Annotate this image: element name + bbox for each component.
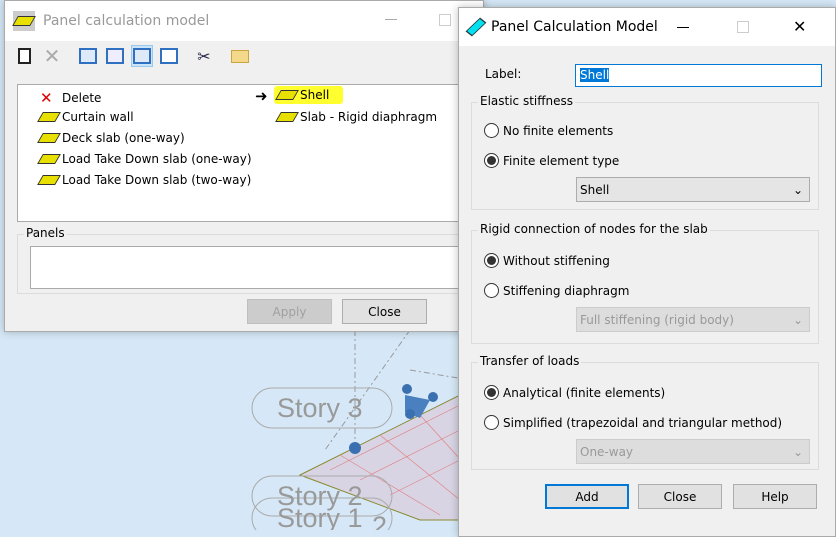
radio-label: Stiffening diaphragm (503, 283, 630, 298)
maximize-button[interactable] (439, 14, 451, 26)
slab-icon (37, 175, 61, 185)
apply-button[interactable]: Apply (247, 299, 332, 324)
add-button[interactable]: Add (545, 484, 629, 509)
view-list-icon[interactable] (131, 45, 153, 67)
item-label: Shell (300, 88, 330, 102)
finite-element-type-select[interactable]: Shell ⌄ (576, 177, 810, 202)
close-window-button[interactable]: ✕ (793, 17, 806, 36)
close-button[interactable]: Close (638, 484, 722, 509)
view-large-icons-icon[interactable] (77, 45, 99, 67)
story-label: Story 3 (277, 393, 363, 423)
without-stiffening-radio[interactable]: Without stiffening (484, 253, 610, 268)
chevron-down-icon: ⌄ (792, 182, 803, 197)
label-input-value: Shell (580, 68, 610, 82)
radio-label: Finite element type (503, 153, 620, 168)
view-details-icon[interactable] (158, 45, 180, 67)
cut-icon[interactable]: ✂ (193, 45, 215, 67)
stiffening-select[interactable]: Full stiffening (rigid body) ⌄ (576, 307, 810, 332)
finite-element-type-radio[interactable]: Finite element type (484, 153, 619, 168)
minimize-button[interactable] (385, 19, 397, 20)
slab-icon (275, 90, 299, 100)
label-caption: Label: (485, 67, 522, 81)
item-label: Load Take Down slab (two-way) (62, 173, 252, 187)
group-title: Rigid connection of nodes for the slab (478, 222, 710, 236)
list-item-shell[interactable]: Shell (274, 86, 344, 104)
panels-label: Panels (24, 226, 67, 240)
story-label: 2 (372, 511, 387, 530)
chevron-down-icon: ⌄ (792, 444, 803, 459)
chevron-down-icon: ⌄ (792, 312, 803, 327)
load-direction-select[interactable]: One-way ⌄ (576, 439, 810, 464)
list-item-deck-slab[interactable]: Deck slab (one-way) (37, 131, 185, 145)
select-value: One-way (580, 444, 634, 459)
item-label: Load Take Down slab (one-way) (62, 152, 252, 166)
panel-calculation-model-dialog: Panel Calculation Model ✕ Label: Shell E… (458, 7, 836, 537)
radio-label: No finite elements (503, 123, 614, 138)
simplified-radio[interactable]: Simplified (trapezoidal and triangular m… (484, 415, 782, 430)
elastic-stiffness-group: Elastic stiffness No finite elements Fin… (471, 94, 819, 210)
new-icon[interactable] (13, 45, 35, 67)
delete-icon[interactable]: ✕ (41, 44, 63, 68)
panel-model-icon (465, 17, 487, 37)
list-item-ltd-two-way[interactable]: Load Take Down slab (two-way) (37, 173, 252, 187)
radio-label: Without stiffening (503, 253, 610, 268)
item-label: Curtain wall (62, 110, 134, 124)
maximize-button[interactable] (737, 21, 749, 33)
list-item-ltd-one-way[interactable]: Load Take Down slab (one-way) (37, 152, 252, 166)
item-label: Delete (62, 91, 102, 105)
select-value: Shell (580, 182, 610, 197)
list-item-curtain-wall[interactable]: Curtain wall (37, 110, 134, 124)
panel-calculation-model-list-dialog: Panel calculation model ✕ ✂ ✕ Delete Curt… (4, 0, 487, 332)
group-title: Transfer of loads (478, 354, 582, 368)
story-label: Story 1 (277, 503, 363, 530)
open-folder-icon[interactable] (229, 45, 251, 67)
radio-label: Simplified (trapezoidal and triangular m… (503, 415, 783, 430)
select-value: Full stiffening (rigid body) (580, 312, 734, 327)
red-x-icon: ✕ (40, 89, 53, 107)
list-item-slab-rigid-diaphragm[interactable]: Slab - Rigid diaphragm (275, 110, 438, 124)
slab-icon (37, 112, 61, 122)
slab-icon (37, 154, 61, 164)
radio-label: Analytical (finite elements) (503, 385, 666, 400)
stiffening-diaphragm-radio[interactable]: Stiffening diaphragm (484, 283, 629, 298)
minimize-button[interactable] (677, 27, 689, 28)
transfer-of-loads-group: Transfer of loads Analytical (finite ele… (471, 354, 819, 470)
panels-field[interactable] (30, 246, 480, 289)
calculation-model-list[interactable]: ✕ Delete Curtain wall Deck slab (one-way)… (17, 84, 487, 222)
panels-group: Panels (17, 226, 487, 294)
group-title: Elastic stiffness (478, 94, 576, 108)
item-label: Slab - Rigid diaphragm (300, 110, 438, 124)
help-button[interactable]: Help (733, 484, 817, 509)
slab-icon (37, 133, 61, 143)
title-bar: Panel Calculation Model ✕ (459, 8, 835, 46)
current-arrow-icon: ➜ (255, 87, 268, 105)
item-label: Deck slab (one-way) (62, 131, 185, 145)
slab-icon (275, 112, 299, 122)
slab-icon (12, 11, 36, 31)
close-button[interactable]: Close (342, 299, 427, 324)
no-finite-elements-radio[interactable]: No finite elements (484, 123, 613, 138)
window-title: Panel Calculation Model (491, 19, 658, 35)
list-item-delete[interactable]: ✕ Delete (40, 89, 101, 107)
label-input[interactable]: Shell (575, 64, 822, 87)
window-title: Panel calculation model (43, 13, 210, 29)
rigid-connection-group: Rigid connection of nodes for the slab W… (471, 222, 819, 344)
analytical-radio[interactable]: Analytical (finite elements) (484, 385, 665, 400)
view-small-icons-icon[interactable] (104, 45, 126, 67)
title-bar: Panel calculation model (5, 1, 483, 41)
